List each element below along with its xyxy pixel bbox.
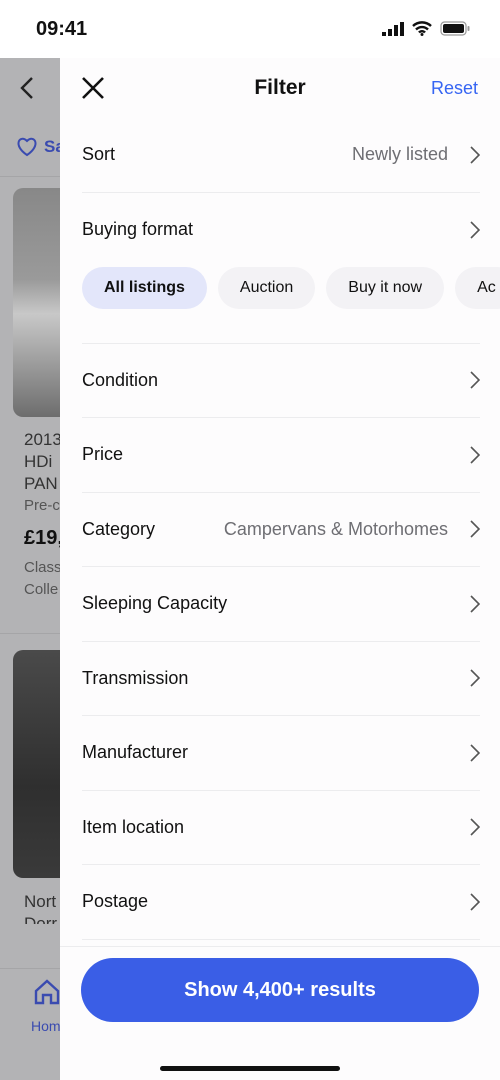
listing-text: 2013 (24, 430, 62, 449)
listing-text: HDi (24, 452, 53, 471)
chip-buying-format[interactable]: All listings (82, 266, 207, 309)
chevron-right-icon (470, 744, 480, 762)
filter-header: Filter Reset (60, 58, 500, 118)
listing-text: £19, (24, 527, 63, 549)
status-bar: 09:41 (0, 0, 500, 58)
chip-buying-format[interactable]: Buy it now (326, 266, 445, 309)
row-label: Sleeping Capacity (82, 593, 228, 614)
filter-row-price[interactable]: Price (82, 418, 480, 493)
row-label: Sort (82, 144, 116, 165)
filter-row-category[interactable]: Category Campervans & Motorhomes (82, 493, 480, 567)
home-icon[interactable] (34, 979, 60, 1005)
row-value: Newly listed (351, 144, 448, 165)
chevron-right-icon (470, 146, 480, 164)
heart-icon[interactable] (16, 137, 38, 157)
wifi-icon (412, 21, 432, 36)
filter-row-transmission[interactable]: Transmission (82, 642, 480, 716)
row-label: Category (82, 518, 156, 539)
signal-icon (382, 21, 404, 36)
buying-format-chips: All listings Auction Buy it now Ac (60, 266, 500, 343)
show-results-button[interactable]: Show 4,400+ results (81, 958, 479, 1022)
chevron-right-icon (470, 893, 480, 911)
filter-row-buying-format[interactable]: Buying format (82, 193, 480, 267)
filter-row-manufacturer[interactable]: Manufacturer (82, 716, 480, 791)
status-time: 09:41 (36, 18, 88, 40)
listing-text: Dorr (24, 914, 58, 924)
filter-panel: Filter Reset Sort Newly listed Buying fo… (60, 58, 500, 1080)
back-icon[interactable] (20, 76, 34, 100)
filter-row-sleeping-capacity[interactable]: Sleeping Capacity (82, 567, 480, 642)
row-label: Manufacturer (82, 742, 189, 763)
row-label: Condition (82, 369, 159, 390)
chevron-right-icon (470, 595, 480, 613)
filter-row-condition[interactable]: Condition (82, 344, 480, 418)
chevron-right-icon (470, 520, 480, 538)
chevron-right-icon (470, 446, 480, 464)
chevron-right-icon (470, 669, 480, 687)
row-label: Price (82, 444, 124, 465)
listing-text: Pre-c (24, 497, 60, 514)
filter-row-postage[interactable]: Postage (82, 865, 480, 940)
nav-home-label[interactable]: Hom (31, 1016, 61, 1036)
row-label: Postage (82, 891, 149, 912)
filter-row-item-location[interactable]: Item location (82, 791, 480, 865)
listing-text: Nort (24, 892, 57, 911)
listing-text: Class (24, 559, 62, 576)
reset-button[interactable]: Reset (431, 78, 478, 99)
row-value: Campervans & Motorhomes (223, 518, 448, 539)
battery-icon (440, 21, 470, 36)
listing-text: Colle (24, 581, 59, 598)
chip-buying-format[interactable]: Ac (455, 266, 500, 309)
listing-text: PAN (24, 474, 58, 493)
filter-footer: Show 4,400+ results (60, 946, 500, 1080)
chevron-right-icon (470, 818, 480, 836)
chevron-right-icon (470, 220, 480, 239)
row-label: Item location (82, 816, 185, 837)
row-label: Transmission (82, 667, 189, 688)
chevron-right-icon (470, 371, 480, 389)
home-indicator (160, 1066, 340, 1071)
filter-row-sort[interactable]: Sort Newly listed (82, 118, 480, 193)
chip-buying-format[interactable]: Auction (217, 266, 316, 309)
row-label: Buying format (82, 219, 194, 239)
